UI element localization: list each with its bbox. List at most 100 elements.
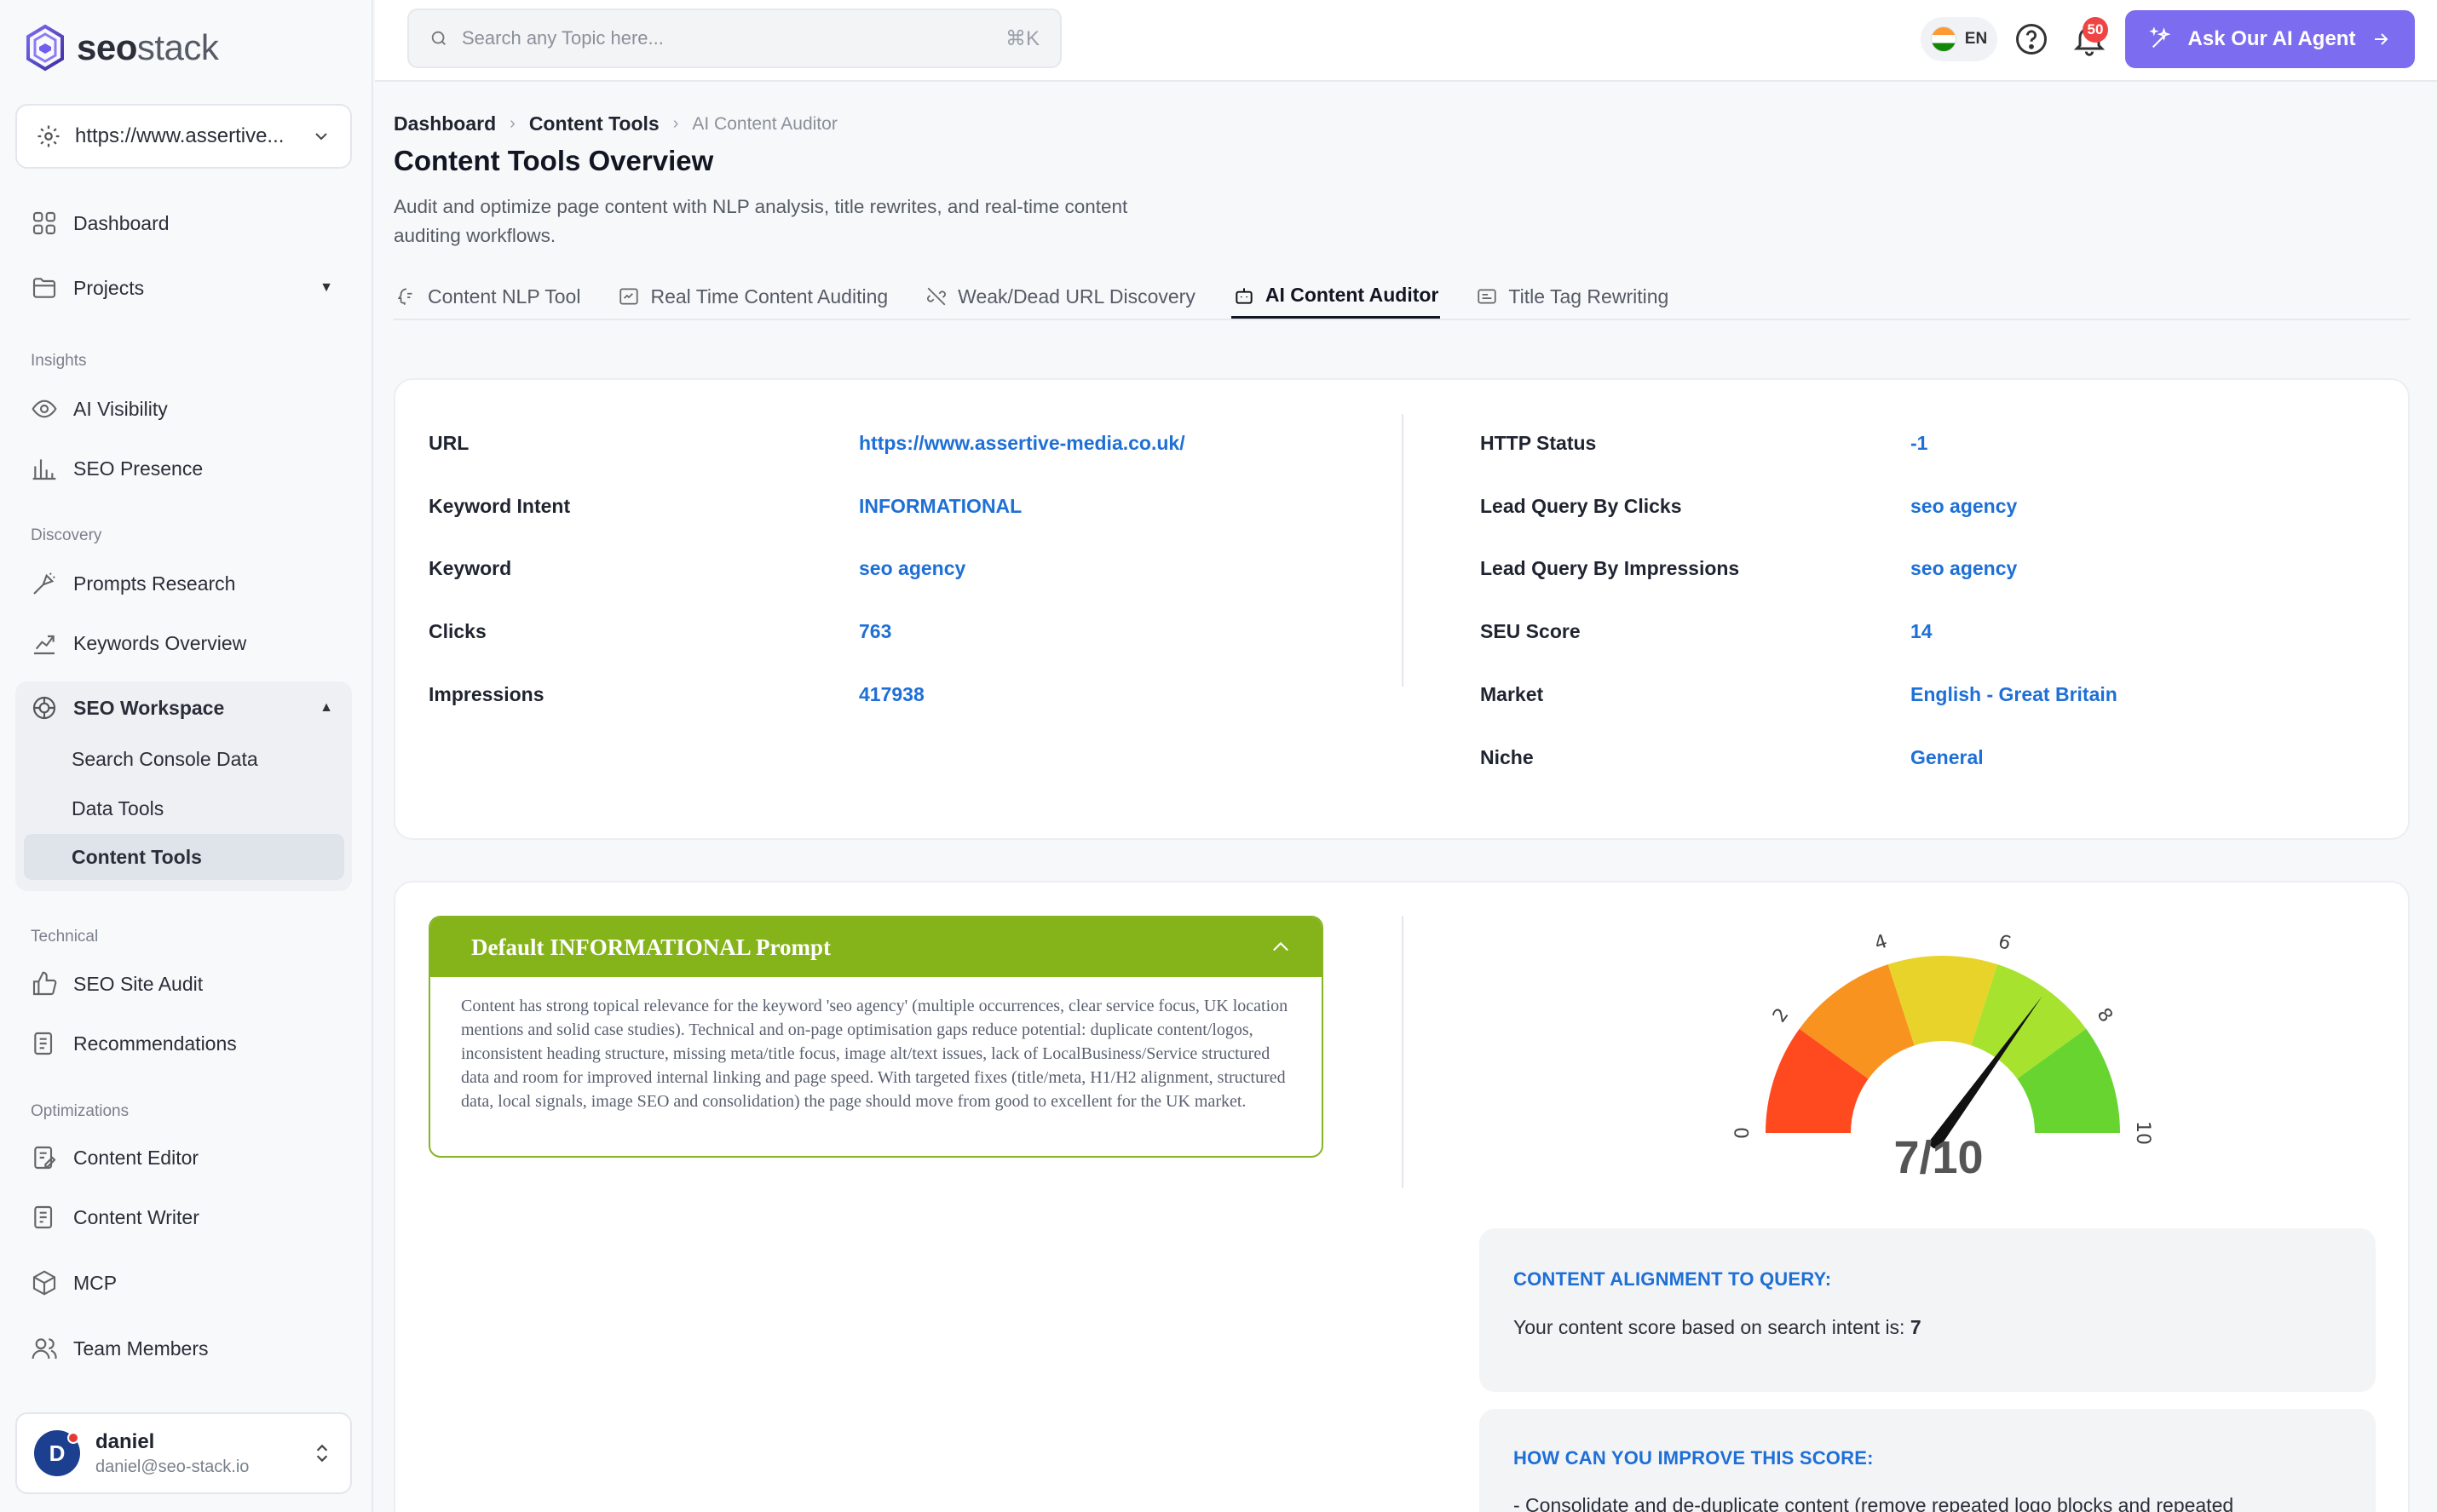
language-code: EN (1964, 30, 1988, 48)
label-lead-query-impressions: Lead Query By Impressions (1480, 557, 1740, 579)
sidebar-item-label: SEO Workspace (73, 696, 225, 719)
improve-heading: HOW CAN YOU IMPROVE THIS SCORE: (1513, 1447, 1874, 1469)
caret-down-icon: ▼ (320, 280, 333, 295)
tab-real-time-content-auditing[interactable]: Real Time Content Auditing (616, 274, 890, 319)
value-market: English - Great Britain (1910, 683, 2117, 705)
audit-icon (619, 288, 639, 305)
user-menu[interactable]: D daniel daniel@seo-stack.io (15, 1412, 352, 1494)
gauge-tick-label: 2 (1769, 1004, 1793, 1026)
label-seu-score: SEU Score (1480, 620, 1581, 642)
avatar: D (34, 1430, 80, 1476)
section-label-discovery: Discovery (31, 526, 102, 544)
sidebar-item-projects[interactable]: Projects ▼ (15, 262, 352, 313)
sidebar-item-content-editor[interactable]: Content Editor (15, 1132, 352, 1183)
alignment-text: Your content score based on search inten… (1513, 1316, 1921, 1339)
breadcrumb-content-tools[interactable]: Content Tools (529, 112, 660, 135)
search-icon (431, 31, 446, 45)
sparkle-wand-icon (2148, 27, 2171, 49)
search-bar[interactable]: ⌘K (407, 9, 1062, 68)
sidebar-item-seo-site-audit[interactable]: SEO Site Audit (15, 958, 352, 1009)
alignment-heading: CONTENT ALIGNMENT TO QUERY: (1513, 1268, 1832, 1290)
gauge-tick-label: 0 (1732, 1127, 1754, 1139)
tab-label: Real Time Content Auditing (650, 285, 889, 308)
tab-ai-content-auditor[interactable]: AI Content Auditor (1230, 274, 1441, 319)
logo[interactable]: seostack (26, 24, 219, 72)
sidebar-item-team-members[interactable]: Team Members (15, 1323, 352, 1374)
chevron-updown-icon (316, 1444, 328, 1463)
breadcrumb-dashboard[interactable]: Dashboard (394, 112, 496, 135)
dashboard-icon (32, 211, 56, 235)
page-description: Audit and optimize page content with NLP… (394, 196, 1128, 246)
site-selector[interactable]: https://www.assertive... (15, 104, 352, 169)
prompt-accordion: Default INFORMATIONAL Prompt Content has… (429, 916, 1323, 1158)
flag-icon (1930, 26, 1956, 52)
sidebar-item-mcp[interactable]: MCP (15, 1257, 352, 1308)
tab-label: Title Tag Rewriting (1508, 285, 1669, 308)
value-url[interactable]: https://www.assertive-media.co.uk/ (859, 432, 1185, 455)
ask-ai-agent-label: Ask Our AI Agent (2187, 27, 2356, 50)
value-lead-query-impressions: seo agency (1910, 557, 2018, 579)
sidebar-subitem-content-tools[interactable]: Content Tools (24, 834, 344, 880)
breadcrumb-separator-icon: › (510, 114, 516, 133)
breadcrumb-current: AI Content Auditor (692, 113, 838, 134)
label-lead-query-clicks: Lead Query By Clicks (1480, 495, 1682, 517)
search-input[interactable] (462, 27, 992, 49)
value-keyword-intent: INFORMATIONAL (859, 495, 1023, 517)
section-label-optimizations: Optimizations (31, 1102, 130, 1120)
label-url: URL (429, 432, 470, 454)
help-icon[interactable] (2013, 20, 2050, 58)
sidebar-item-label: Keywords Overview (73, 631, 247, 654)
label-impressions: Impressions (429, 683, 544, 705)
search-shortcut: ⌘K (1005, 26, 1040, 50)
sidebar-item-label: AI Visibility (73, 397, 168, 420)
prompt-title: Default INFORMATIONAL Prompt (471, 934, 831, 960)
user-name: daniel (95, 1429, 155, 1453)
sidebar-item-keywords-overview[interactable]: Keywords Overview (15, 618, 352, 669)
value-niche: General (1910, 746, 1984, 768)
sidebar-item-dashboard[interactable]: Dashboard (15, 198, 352, 249)
value-clicks: 763 (859, 620, 892, 642)
sidebar-item-recommendations[interactable]: Recommendations (15, 1018, 352, 1069)
sidebar-subitem-data-tools[interactable]: Data Tools (24, 785, 344, 831)
sidebar-item-content-writer[interactable]: Content Writer (15, 1192, 352, 1243)
label-keyword: Keyword (429, 557, 512, 579)
prompt-accordion-header[interactable]: Default INFORMATIONAL Prompt (430, 917, 1322, 977)
tab-label: Weak/Dead URL Discovery (958, 285, 1195, 308)
sidebar-item-seo-presence[interactable]: SEO Presence (15, 443, 352, 494)
caret-up-icon: ▲ (320, 700, 333, 715)
eye-icon (32, 400, 57, 418)
trend-icon (34, 635, 55, 655)
value-impressions: 417938 (859, 683, 925, 705)
tab-weak-dead-url-discovery[interactable]: Weak/Dead URL Discovery (924, 274, 1197, 319)
improve-score-card: HOW CAN YOU IMPROVE THIS SCORE: - Consol… (1479, 1409, 2376, 1512)
gauge-tick-label: 6 (1996, 931, 2014, 955)
sidebar-item-seo-workspace[interactable]: SEO Workspace ▲ (15, 682, 352, 733)
sidebar-item-prompts-research[interactable]: Prompts Research (15, 558, 352, 609)
language-selector[interactable]: EN (1921, 17, 1997, 61)
alignment-score: 7 (1910, 1316, 1921, 1338)
cube-icon (32, 1270, 56, 1296)
sidebar-item-ai-visibility[interactable]: AI Visibility (15, 383, 352, 434)
section-label-technical: Technical (31, 928, 99, 946)
edit-doc-icon (34, 1146, 56, 1170)
gear-icon (37, 125, 60, 147)
tab-label: Content NLP Tool (428, 285, 581, 308)
gauge-score-label: 7/10 (1893, 1132, 1984, 1183)
broken-link-icon (927, 287, 947, 306)
sidebar-item-label: SEO Site Audit (73, 972, 204, 995)
sidebar-item-label: Projects (73, 276, 145, 299)
label-market: Market (1480, 683, 1544, 705)
tab-title-tag-rewriting[interactable]: Title Tag Rewriting (1474, 274, 1670, 319)
tab-content-nlp-tool[interactable]: Content NLP Tool (394, 274, 582, 319)
alignment-text-label: Your content score based on search inten… (1513, 1316, 1905, 1338)
gauge-tick-label: 8 (2092, 1004, 2116, 1026)
ask-ai-agent-button[interactable]: Ask Our AI Agent (2125, 10, 2415, 68)
bar-chart-icon (32, 459, 56, 480)
sidebar-item-label: Content Writer (73, 1205, 199, 1228)
improve-first-line: - Consolidate and de-duplicate content (… (1513, 1494, 2234, 1512)
details-divider (1402, 414, 1403, 687)
gauge-tick-label: 4 (1872, 931, 1890, 955)
sidebar-subitem-search-console-data[interactable]: Search Console Data (24, 736, 344, 782)
chevron-down-icon (315, 133, 327, 141)
notification-badge: 50 (2083, 17, 2108, 43)
